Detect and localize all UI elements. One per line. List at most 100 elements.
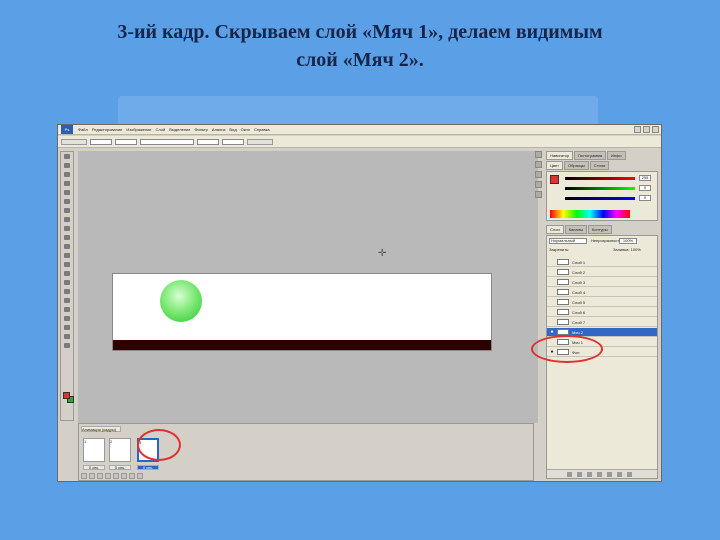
animation-panel-tab[interactable]: Анимация (кадры) (81, 426, 121, 432)
actions-panel-icon[interactable] (535, 161, 542, 168)
new-frame-button[interactable] (129, 473, 135, 479)
tab-layers[interactable]: Слои (546, 225, 564, 234)
red-value[interactable]: 255 (639, 175, 651, 181)
eraser-tool-icon[interactable] (62, 243, 72, 250)
tab-styles[interactable]: Стили (589, 161, 610, 170)
minimize-button[interactable] (634, 126, 641, 133)
link-layers-icon[interactable] (567, 471, 572, 477)
menu-edit[interactable]: Редактирование (90, 127, 124, 132)
tab-color[interactable]: Цвет (546, 161, 563, 170)
delete-layer-icon[interactable] (627, 471, 632, 477)
color-spectrum-bar[interactable] (550, 210, 630, 218)
tab-paths[interactable]: Контуры (587, 225, 612, 234)
blue-slider[interactable] (565, 197, 635, 200)
zoom-tool-icon[interactable] (62, 342, 72, 349)
style-dropdown[interactable] (140, 138, 194, 145)
new-layer-icon[interactable] (617, 471, 622, 477)
healing-tool-icon[interactable] (62, 207, 72, 214)
tool-preset-button[interactable] (61, 138, 87, 145)
play-button[interactable] (105, 473, 111, 479)
magic-wand-tool-icon[interactable] (62, 180, 72, 187)
green-value[interactable]: 0 (639, 185, 651, 191)
layer-row[interactable]: Слой 1 (547, 258, 657, 267)
menu-file[interactable]: Файл (76, 127, 90, 132)
color-panel-foreground-swatch[interactable] (550, 175, 559, 184)
visibility-toggle[interactable] (549, 289, 555, 295)
blur-tool-icon[interactable] (62, 261, 72, 268)
maximize-button[interactable] (643, 126, 650, 133)
menu-filter[interactable]: Фильтр (192, 127, 209, 132)
tab-channels[interactable]: Каналы (564, 225, 587, 234)
menu-help[interactable]: Справка (252, 127, 272, 132)
animation-frame-1[interactable]: 1 (83, 438, 105, 462)
new-group-icon[interactable] (607, 471, 612, 477)
visibility-toggle[interactable] (549, 299, 555, 305)
menu-layer[interactable]: Слой (154, 127, 168, 132)
next-frame-button[interactable] (113, 473, 119, 479)
opacity-field[interactable]: 100% (619, 238, 637, 244)
tab-navigator[interactable]: Навигатор (546, 151, 574, 160)
adjustment-layer-icon[interactable] (597, 471, 602, 477)
menu-view[interactable]: Вид (227, 127, 238, 132)
layer-row[interactable]: Слой 3 (547, 278, 657, 287)
blue-value[interactable]: 0 (639, 195, 651, 201)
menu-image[interactable]: Изображение (124, 127, 153, 132)
foreground-color-swatch[interactable] (63, 392, 70, 399)
history-panel-icon[interactable] (535, 151, 542, 158)
tween-button[interactable] (121, 473, 127, 479)
pen-tool-icon[interactable] (62, 279, 72, 286)
layer-comps-panel-icon[interactable] (535, 191, 542, 198)
frame-delay-3[interactable]: 0 сек. (137, 465, 159, 470)
layer-row[interactable]: Слой 5 (547, 298, 657, 307)
red-slider[interactable] (565, 177, 635, 180)
tab-info[interactable]: Инфо (607, 151, 626, 160)
layer-mask-icon[interactable] (587, 471, 592, 477)
animation-frame-2[interactable]: 2 (109, 438, 131, 462)
frame-delay-1[interactable]: 0 сек. (83, 465, 105, 470)
visibility-eye-icon[interactable]: ● (549, 329, 555, 335)
notes-tool-icon[interactable] (62, 315, 72, 322)
hand-tool-icon[interactable] (62, 333, 72, 340)
move-tool-icon[interactable] (62, 153, 72, 160)
gradient-tool-icon[interactable] (62, 252, 72, 259)
refine-edge-button[interactable] (247, 138, 273, 145)
stamp-tool-icon[interactable] (62, 225, 72, 232)
menu-window[interactable]: Окно (239, 127, 252, 132)
first-frame-button[interactable] (89, 473, 95, 479)
layer-style-icon[interactable] (577, 471, 582, 477)
green-slider[interactable] (565, 187, 635, 190)
slice-tool-icon[interactable] (62, 198, 72, 205)
loop-dropdown[interactable] (81, 473, 87, 479)
tab-swatches[interactable]: Образцы (563, 161, 589, 170)
width-field[interactable] (197, 138, 219, 145)
fill-label[interactable]: Заливка: 100% (613, 247, 641, 253)
layer-row[interactable]: Слой 2 (547, 268, 657, 277)
tool-presets-panel-icon[interactable] (535, 181, 542, 188)
brush-tool-icon[interactable] (62, 216, 72, 223)
visibility-toggle[interactable] (549, 279, 555, 285)
menu-select[interactable]: Выделение (167, 127, 192, 132)
dodge-tool-icon[interactable] (62, 270, 72, 277)
shape-tool-icon[interactable] (62, 306, 72, 313)
brushes-panel-icon[interactable] (535, 171, 542, 178)
delete-frame-button[interactable] (137, 473, 143, 479)
feather-field[interactable] (90, 138, 112, 145)
layer-row[interactable]: Слой 6 (547, 308, 657, 317)
type-tool-icon[interactable] (62, 288, 72, 295)
history-brush-tool-icon[interactable] (62, 234, 72, 241)
frame-delay-2[interactable]: 0 сек. (109, 465, 131, 470)
tab-histogram[interactable]: Гистограмма (574, 151, 607, 160)
visibility-toggle[interactable] (549, 269, 555, 275)
close-button[interactable] (652, 126, 659, 133)
visibility-toggle[interactable] (549, 319, 555, 325)
path-select-tool-icon[interactable] (62, 297, 72, 304)
visibility-toggle[interactable] (549, 309, 555, 315)
lasso-tool-icon[interactable] (62, 171, 72, 178)
layer-row[interactable]: Слой 4 (547, 288, 657, 297)
marquee-tool-icon[interactable] (62, 162, 72, 169)
document-canvas[interactable] (112, 273, 492, 351)
visibility-toggle[interactable] (549, 259, 555, 265)
eyedropper-tool-icon[interactable] (62, 324, 72, 331)
blend-mode-dropdown[interactable]: Нормальный (549, 238, 587, 244)
prev-frame-button[interactable] (97, 473, 103, 479)
